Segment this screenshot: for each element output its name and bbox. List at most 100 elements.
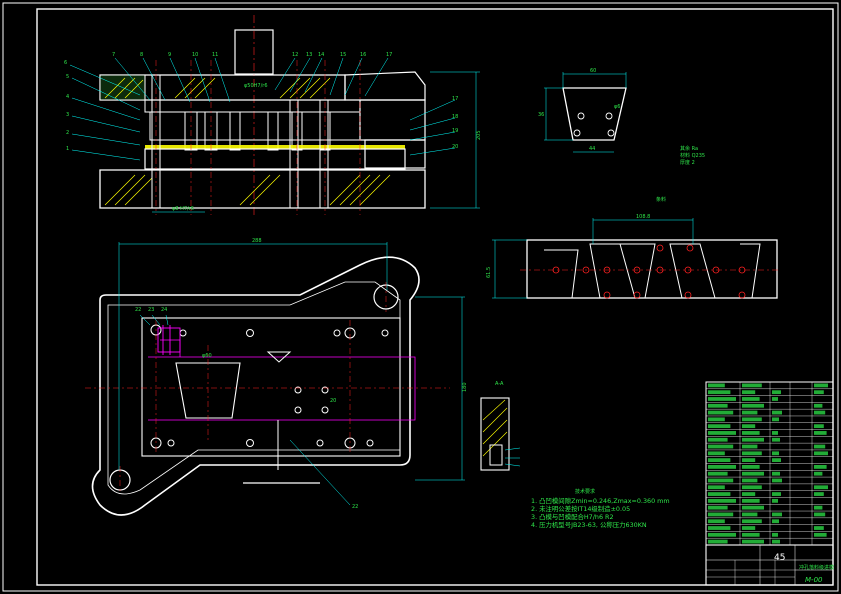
parts-cell-text — [742, 539, 764, 544]
svg-text:条料: 条料 — [656, 196, 666, 203]
parts-cell-text — [708, 444, 734, 449]
parts-cell-text — [708, 390, 731, 395]
notes-heading: 技术要求 — [575, 488, 595, 495]
svg-text:17: 17 — [452, 96, 458, 102]
note-line-3: 3. 凸模与凹模配合H7/h6 R2 — [531, 512, 614, 521]
parts-cell-text — [772, 471, 780, 476]
parts-cell-text — [742, 471, 764, 476]
technical-notes: 技术要求 1. 凸凹模间隙Zmin=0.246,Zmax=0.360 mm 2.… — [531, 488, 670, 529]
parts-cell-text — [708, 397, 736, 401]
svg-text:11: 11 — [212, 52, 218, 58]
svg-text:12: 12 — [292, 52, 298, 58]
svg-text:φ8 H7/r6: φ8 H7/r6 — [172, 206, 194, 212]
parts-cell-text — [708, 465, 736, 469]
parts-cell-text — [742, 417, 762, 422]
parts-cell-text — [742, 444, 758, 449]
parts-cell-text — [772, 519, 779, 524]
assembly-section-view: 6 5 4 3 2 1 7 8 9 10 11 12 13 14 15 16 17 17 18 19 20… — [64, 15, 482, 215]
plan-view: 288 180 φ60 22 22 23 24 20 — [85, 238, 468, 516]
parts-cell-text — [708, 498, 736, 503]
parts-cell-text — [708, 485, 725, 490]
parts-cell-text — [742, 403, 764, 408]
svg-text:15: 15 — [340, 52, 346, 58]
svg-text:60: 60 — [590, 68, 596, 74]
svg-text:22: 22 — [352, 504, 358, 510]
parts-cell-text — [772, 512, 782, 517]
svg-text:14: 14 — [318, 52, 324, 58]
note-line-4: 4. 压力机型号JB23-63, 公称压力630KN — [531, 520, 647, 529]
svg-text:其余 Ra: 其余 Ra — [680, 145, 698, 152]
parts-cell-text — [772, 417, 779, 422]
parts-cell-text — [772, 431, 778, 435]
parts-cell-text — [708, 410, 734, 415]
parts-cell-text — [772, 397, 778, 401]
parts-cell-text — [814, 526, 824, 530]
parts-cell-text — [772, 458, 781, 462]
svg-text:φ50H7/r6: φ50H7/r6 — [244, 83, 268, 89]
parts-cell-text — [814, 444, 826, 449]
svg-text:4: 4 — [66, 94, 69, 100]
parts-cell-text — [708, 383, 725, 388]
parts-cell-text — [742, 519, 762, 524]
svg-text:44: 44 — [589, 146, 595, 152]
parts-cell-text — [814, 410, 826, 415]
parts-cell-text — [772, 539, 780, 544]
svg-text:24: 24 — [161, 307, 167, 313]
parts-cell-text — [814, 403, 823, 408]
parts-cell-text — [814, 465, 827, 469]
svg-text:3: 3 — [66, 112, 69, 118]
parts-cell-text — [708, 539, 728, 544]
parts-cell-text — [742, 424, 756, 429]
parts-cell-text — [772, 390, 781, 395]
parts-cell-text — [814, 492, 824, 496]
parts-cell-text — [708, 478, 734, 483]
section-label: A-A — [495, 381, 504, 387]
svg-text:17: 17 — [386, 52, 392, 58]
parts-cell-text — [708, 403, 728, 408]
parts-cell-text — [708, 512, 734, 517]
parts-cell-text — [742, 512, 758, 517]
note-line-2: 2. 未注明公差按IT14级制造±0.05 — [531, 504, 630, 513]
svg-text:23: 23 — [148, 307, 154, 313]
parts-cell-text — [772, 498, 778, 503]
parts-cell-text — [742, 532, 760, 537]
svg-text:288: 288 — [252, 238, 262, 244]
parts-list — [705, 381, 834, 546]
parts-cell-text — [772, 492, 781, 496]
svg-text:6: 6 — [64, 60, 67, 66]
svg-text:205: 205 — [476, 130, 482, 140]
parts-cell-text — [814, 451, 828, 456]
title-name: 冲孔落料级进模 — [799, 564, 834, 571]
parts-cell-text — [742, 383, 762, 388]
parts-cell-text — [708, 431, 736, 435]
svg-text:φ60: φ60 — [202, 353, 212, 359]
svg-text:φ6: φ6 — [614, 104, 620, 110]
parts-cell-text — [708, 471, 728, 476]
workpiece-sketch: 60 36 44 φ6 其余 Ra材料 Q235 厚度 2 — [538, 68, 705, 166]
parts-cell-text — [742, 390, 756, 395]
parts-cell-text — [708, 437, 728, 442]
svg-text:9: 9 — [168, 52, 171, 58]
parts-cell-text — [708, 417, 725, 422]
parts-cell-text — [742, 465, 760, 469]
parts-cell-text — [742, 431, 760, 435]
parts-cell-text — [814, 505, 823, 510]
parts-cell-text — [814, 424, 824, 429]
parts-cell-text — [772, 437, 780, 442]
svg-text:20: 20 — [330, 398, 336, 404]
parts-cell-text — [708, 526, 731, 530]
parts-cell-text — [772, 451, 779, 456]
svg-text:18: 18 — [452, 114, 458, 120]
parts-cell-text — [814, 471, 823, 476]
parts-cell-text — [814, 532, 827, 537]
parts-cell-text — [708, 458, 731, 462]
parts-cell-text — [814, 512, 826, 517]
svg-text:36: 36 — [538, 112, 544, 118]
section-a-a: A-A — [480, 381, 521, 471]
parts-cell-text — [814, 485, 828, 490]
parts-cell-text — [814, 390, 824, 395]
parts-cell-text — [772, 410, 782, 415]
cad-drawing-canvas: 6 5 4 3 2 1 7 8 9 10 11 12 13 14 15 16 17 17 18 19 20… — [2, 2, 839, 592]
parts-cell-text — [742, 498, 760, 503]
svg-text:20: 20 — [452, 144, 458, 150]
